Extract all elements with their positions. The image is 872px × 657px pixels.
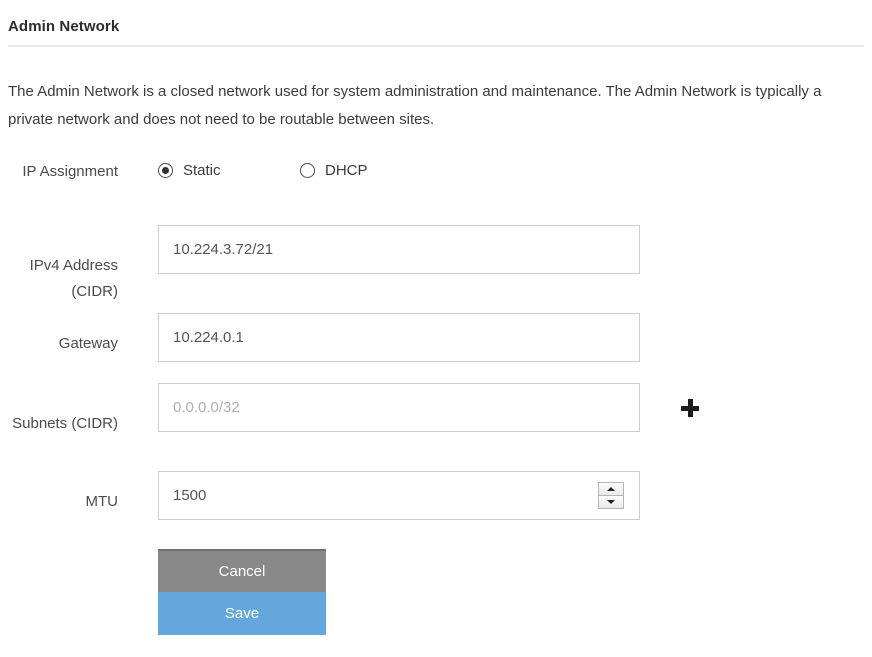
page-title: Admin Network — [8, 18, 119, 35]
mtu-stepper[interactable] — [598, 482, 624, 509]
label-mtu: MTU — [0, 489, 118, 515]
radio-option-static[interactable]: Static — [158, 155, 221, 185]
label-subnets: Subnets (CIDR) — [0, 411, 118, 437]
triangle-up-icon[interactable] — [599, 483, 623, 496]
title-divider — [8, 45, 864, 47]
save-button[interactable]: Save — [158, 592, 326, 635]
cancel-button[interactable]: Cancel — [158, 549, 326, 592]
subnets-input[interactable] — [158, 383, 640, 432]
radio-dhcp-icon[interactable] — [300, 163, 315, 178]
label-ipv4-address: IPv4 Address (CIDR) — [0, 253, 118, 305]
radio-dhcp-label: DHCP — [325, 162, 368, 179]
triangle-down-icon[interactable] — [599, 496, 623, 508]
label-gateway: Gateway — [0, 331, 118, 357]
radio-option-dhcp[interactable]: DHCP — [300, 155, 368, 185]
panel-description: The Admin Network is a closed network us… — [8, 78, 836, 134]
label-ip-assignment: IP Assignment — [0, 159, 118, 185]
gateway-input[interactable] — [158, 313, 640, 362]
add-subnet-button[interactable] — [672, 391, 708, 425]
plus-icon — [672, 391, 708, 425]
ipv4-address-input[interactable] — [158, 225, 640, 274]
mtu-input[interactable] — [158, 471, 640, 520]
radio-static-icon[interactable] — [158, 163, 173, 178]
radio-static-label: Static — [183, 162, 221, 179]
